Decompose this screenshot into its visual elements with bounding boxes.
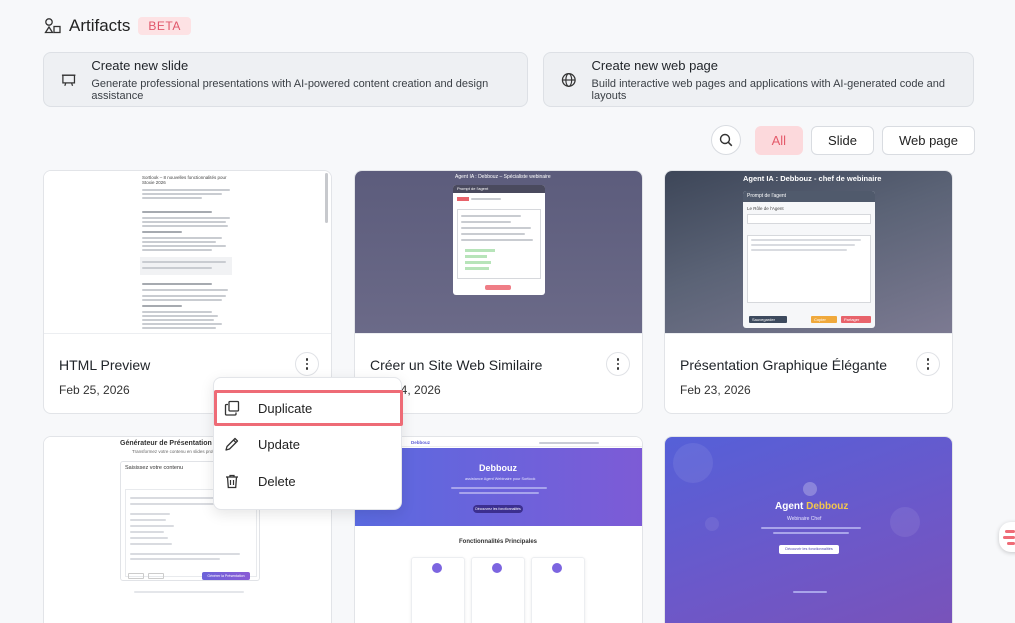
artifact-card[interactable]: Agent Debbouz Webinaire Chef Découvrir l…	[664, 436, 953, 623]
create-slide-card[interactable]: Create new slide Generate professional p…	[43, 52, 528, 107]
artifact-thumbnail: Sortlook – 8 nouvelles fonctionnalités p…	[44, 171, 331, 333]
search-icon	[719, 133, 732, 147]
search-button[interactable]	[710, 125, 741, 155]
artifact-name: Créer un Site Web Similaire	[370, 357, 543, 373]
artifact-thumbnail: Agent Debbouz Webinaire Chef Découvrir l…	[665, 437, 952, 623]
delete-label: Delete	[258, 473, 296, 489]
floating-assistant-button[interactable]	[999, 522, 1015, 552]
artifact-name: Présentation Graphique Élégante	[680, 357, 888, 373]
artifact-thumbnail: Agent IA : Debbouz - chef de webinaire P…	[665, 171, 952, 333]
more-vertical-icon	[616, 358, 620, 370]
filter-all-button[interactable]: All	[754, 125, 804, 155]
more-options-button[interactable]	[916, 352, 940, 376]
create-webpage-card[interactable]: Create new web page Build interactive we…	[543, 52, 974, 107]
artifact-date: Feb 23, 2026	[680, 383, 751, 397]
trash-icon	[226, 474, 238, 489]
filter-slide-button[interactable]: Slide	[811, 125, 874, 155]
context-menu: Duplicate Update Delete	[213, 377, 403, 510]
more-options-button[interactable]	[606, 352, 630, 376]
filter-bar: All Slide Web page	[710, 125, 975, 155]
duplicate-icon	[224, 400, 240, 416]
artifact-date: Feb 25, 2026	[59, 383, 130, 397]
filter-webpage-button[interactable]: Web page	[881, 125, 975, 155]
artifact-card[interactable]: Agent IA : Debbouz - chef de webinaire P…	[664, 170, 953, 414]
update-label: Update	[258, 436, 300, 452]
presentation-icon	[61, 74, 76, 86]
shapes-icon	[44, 18, 61, 34]
beta-badge: BETA	[138, 17, 191, 35]
delete-menu-item[interactable]: Delete	[214, 463, 403, 499]
globe-icon	[561, 72, 576, 87]
artifact-thumbnail: Agent IA : Debbouz – Spécialiste webinai…	[355, 171, 642, 333]
more-vertical-icon	[305, 358, 309, 370]
create-webpage-desc: Build interactive web pages and applicat…	[591, 77, 946, 102]
duplicate-menu-item[interactable]: Duplicate	[214, 390, 403, 426]
page-header: Artifacts BETA	[44, 16, 191, 36]
more-options-button[interactable]	[295, 352, 319, 376]
create-slide-title: Create new slide	[91, 57, 189, 73]
create-webpage-title: Create new web page	[591, 57, 719, 73]
page-title: Artifacts	[69, 16, 131, 35]
create-slide-desc: Generate professional presentations with…	[91, 77, 489, 102]
more-vertical-icon	[926, 358, 930, 370]
pencil-icon	[225, 437, 239, 451]
duplicate-label: Duplicate	[258, 400, 313, 416]
update-menu-item[interactable]: Update	[214, 426, 403, 462]
artifact-name: HTML Preview	[59, 357, 151, 373]
